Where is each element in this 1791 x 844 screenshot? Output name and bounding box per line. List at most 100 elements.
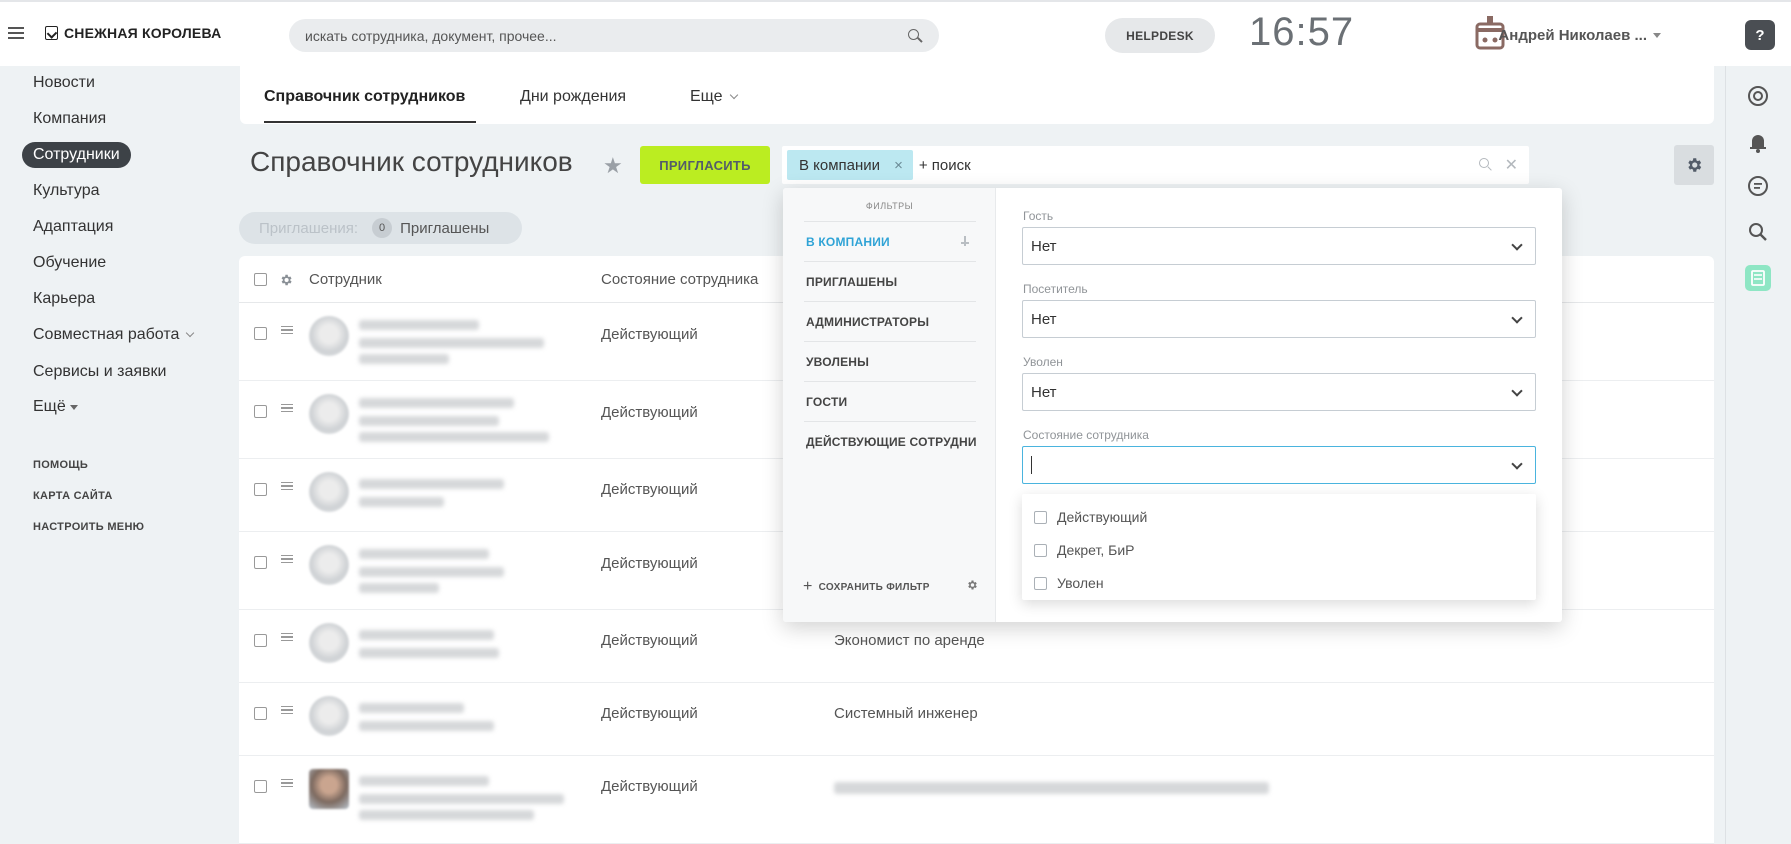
column-header-employee[interactable]: Сотрудник: [309, 271, 382, 288]
preset-invited[interactable]: ПРИГЛАШЕНЫ: [804, 261, 976, 301]
sidebar-item-services[interactable]: Сервисы и заявки: [22, 359, 177, 385]
sidebar-item-news[interactable]: Новости: [22, 70, 106, 96]
column-header-state[interactable]: Состояние сотрудника: [601, 271, 758, 288]
sidebar-item-company[interactable]: Компания: [22, 106, 117, 132]
blurred-position: [359, 810, 534, 820]
table-row[interactable]: Действующий: [239, 756, 1714, 844]
gear-icon[interactable]: [966, 579, 978, 591]
preset-in-company[interactable]: В КОМПАНИИ: [804, 221, 976, 261]
filter-popup: ФИЛЬТРЫ В КОМПАНИИ ПРИГЛАШЕНЫ АДМИНИСТРА…: [783, 188, 1562, 622]
option-label: Декрет, БиР: [1057, 542, 1135, 558]
option-dismissed[interactable]: Уволен: [1034, 575, 1104, 591]
filter-chip[interactable]: В компании ×: [787, 150, 913, 180]
drag-handle-icon[interactable]: [281, 779, 293, 787]
row-checkbox[interactable]: [254, 556, 267, 569]
visitor-select[interactable]: Нет: [1022, 300, 1536, 338]
filter-search-input[interactable]: [918, 156, 1479, 174]
row-checkbox[interactable]: [254, 405, 267, 418]
tab-employee-directory[interactable]: Справочник сотрудников: [264, 88, 465, 106]
chevron-down-icon: [1511, 385, 1523, 397]
invite-button[interactable]: ПРИГЛАСИТЬ: [640, 146, 770, 184]
tab-more[interactable]: Еще: [690, 88, 738, 106]
employee-state: Действующий: [601, 705, 698, 722]
plus-icon: +: [803, 578, 813, 595]
drag-handle-icon[interactable]: [281, 633, 293, 641]
search-icon[interactable]: [1478, 158, 1493, 172]
clear-icon[interactable]: ✕: [1505, 155, 1518, 175]
section-tabs: Справочник сотрудников Дни рождения Еще: [240, 66, 1714, 124]
sidebar-item-adaptation[interactable]: Адаптация: [22, 214, 124, 240]
notes-icon[interactable]: [1744, 264, 1772, 292]
blurred-position: [359, 648, 499, 658]
helpdesk-button[interactable]: HELPDESK: [1105, 18, 1215, 53]
row-checkbox[interactable]: [254, 707, 267, 720]
row-checkbox[interactable]: [254, 483, 267, 496]
option-checkbox[interactable]: [1034, 543, 1047, 557]
pin-icon[interactable]: [961, 236, 970, 246]
tab-more-label: Еще: [690, 88, 723, 105]
avatar: [309, 769, 349, 809]
drag-handle-icon[interactable]: [281, 482, 293, 490]
sidebar-item-collaboration[interactable]: Совместная работа: [22, 322, 204, 348]
option-checkbox[interactable]: [1034, 510, 1047, 524]
invitations-count-badge: 0: [372, 218, 393, 238]
table-row[interactable]: Действующий Системный инженер: [239, 683, 1714, 756]
employee-state-select[interactable]: [1022, 446, 1536, 484]
sidebar-item-career[interactable]: Карьера: [22, 286, 106, 312]
tab-birthdays[interactable]: Дни рождения: [520, 88, 626, 106]
sidebar-sitemap-link[interactable]: КАРТА САЙТА: [33, 490, 113, 502]
blurred-post: [834, 782, 1269, 794]
logo[interactable]: СНЕЖНАЯ КОРОЛЕВА: [45, 25, 221, 41]
dismissed-select[interactable]: Нет: [1022, 373, 1536, 411]
guest-select[interactable]: Нет: [1022, 227, 1536, 265]
grid-settings-button[interactable]: [1674, 145, 1714, 185]
sidebar-item-culture[interactable]: Культура: [22, 178, 111, 204]
select-all-checkbox[interactable]: [254, 273, 267, 286]
search-icon[interactable]: [907, 28, 923, 44]
filter-chip-label: В компании: [799, 156, 881, 174]
sidebar-configure-menu-link[interactable]: НАСТРОИТЬ МЕНЮ: [33, 521, 144, 533]
row-checkbox[interactable]: [254, 780, 267, 793]
help-button[interactable]: ?: [1745, 20, 1775, 50]
option-checkbox[interactable]: [1034, 576, 1047, 590]
bell-icon[interactable]: [1746, 130, 1770, 154]
activity-icon[interactable]: [1746, 84, 1770, 108]
blurred-name: [359, 320, 479, 330]
employee-post: Экономист по аренде: [834, 632, 985, 649]
user-menu[interactable]: Андрей Николаев ...: [1491, 27, 1661, 44]
visitor-select-value: Нет: [1031, 310, 1057, 328]
blurred-name: [359, 479, 504, 489]
sidebar-help-link[interactable]: ПОМОЩЬ: [33, 459, 88, 471]
drag-handle-icon[interactable]: [281, 404, 293, 412]
star-icon[interactable]: ★: [603, 153, 623, 179]
menu-icon[interactable]: [8, 27, 24, 39]
search-input[interactable]: [305, 27, 907, 44]
option-active[interactable]: Действующий: [1034, 509, 1147, 525]
employee-state-dropdown: Действующий Декрет, БиР Уволен: [1022, 494, 1536, 600]
close-icon[interactable]: ×: [894, 157, 903, 174]
blurred-name: [359, 549, 489, 559]
drag-handle-icon[interactable]: [281, 706, 293, 714]
preset-label: В КОМПАНИИ: [806, 234, 890, 249]
search-icon[interactable]: [1746, 220, 1770, 244]
preset-active-employees[interactable]: ДЕЙСТВУЮЩИЕ СОТРУДНИ...: [804, 421, 976, 461]
drag-handle-icon[interactable]: [281, 555, 293, 563]
sidebar-item-more[interactable]: Ещё: [22, 394, 89, 420]
option-maternity[interactable]: Декрет, БиР: [1034, 542, 1135, 558]
blurred-name: [359, 630, 494, 640]
preset-administrators[interactable]: АДМИНИСТРАТОРЫ: [804, 301, 976, 341]
preset-guests[interactable]: ГОСТИ: [804, 381, 976, 421]
avatar: [309, 394, 349, 434]
caret-down-icon: [1653, 33, 1661, 38]
save-filter-button[interactable]: + СОХРАНИТЬ ФИЛЬТР: [803, 578, 930, 596]
avatar: [309, 472, 349, 512]
drag-handle-icon[interactable]: [281, 326, 293, 334]
row-checkbox[interactable]: [254, 634, 267, 647]
row-checkbox[interactable]: [254, 327, 267, 340]
sidebar-item-training[interactable]: Обучение: [22, 250, 117, 276]
gear-icon[interactable]: [279, 273, 293, 287]
chat-icon[interactable]: [1746, 174, 1770, 198]
sidebar-item-employees[interactable]: Сотрудники: [22, 142, 131, 168]
preset-dismissed[interactable]: УВОЛЕНЫ: [804, 341, 976, 381]
invitations-counter[interactable]: Приглашения: 0 Приглашены: [239, 212, 522, 244]
